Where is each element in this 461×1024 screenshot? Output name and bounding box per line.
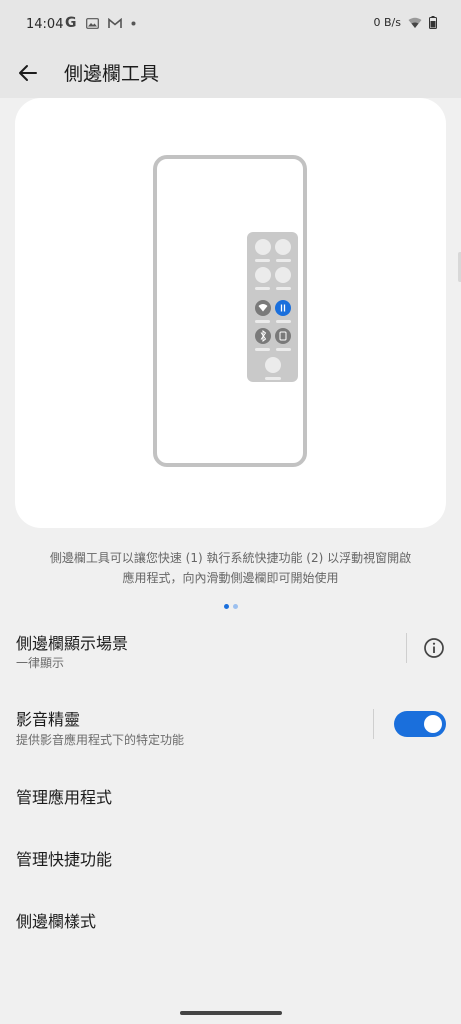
dot-icon [131, 21, 135, 25]
setting-display-scene[interactable]: 側邊欄顯示場景 一律顯示 [0, 624, 461, 680]
page-indicator [224, 604, 238, 609]
setting-title: 側邊欄樣式 [16, 912, 97, 931]
setting-game-genie[interactable]: 影音精靈 提供影音應用程式下的特定功能 [0, 700, 461, 756]
gallery-icon [85, 17, 99, 29]
divider [406, 633, 407, 663]
google-icon: G [65, 15, 77, 31]
illustration-card [15, 98, 446, 528]
divider [373, 709, 374, 739]
status-left-icons: G [65, 15, 136, 31]
setting-title: 影音精靈 [16, 710, 81, 729]
status-time: 14:04 [26, 17, 64, 32]
page-dot-inactive [233, 604, 238, 609]
setting-manage-apps[interactable]: 管理應用程式 [0, 770, 461, 820]
page-title: 側邊欄工具 [64, 63, 160, 85]
setting-title: 管理應用程式 [16, 788, 113, 807]
setting-title: 側邊欄顯示場景 [16, 634, 129, 653]
page-dot-active [224, 604, 229, 609]
app-bar: 側邊欄工具 [0, 52, 461, 98]
toggle-knob [424, 715, 442, 733]
status-bar: 14:04 G 0 B/s [0, 0, 461, 52]
gmail-icon [107, 17, 122, 28]
gesture-nav-bar[interactable] [180, 1011, 282, 1015]
sidebar-illustration [153, 155, 307, 467]
setting-sidebar-style[interactable]: 側邊欄樣式 [0, 894, 461, 944]
description-line-2: 應用程式，向內滑動側邊欄即可開始使用 [122, 571, 339, 585]
wifi-icon [408, 17, 422, 28]
setting-manage-shortcuts[interactable]: 管理快捷功能 [0, 832, 461, 882]
battery-icon [429, 16, 437, 29]
status-right: 0 B/s [374, 16, 437, 29]
description-line-1: 側邊欄工具可以讓您快速 (1) 執行系統快捷功能 (2) 以浮動視窗開啟 [49, 551, 412, 565]
game-genie-toggle[interactable] [394, 711, 446, 737]
setting-subtitle: 提供影音應用程式下的特定功能 [16, 733, 185, 747]
setting-subtitle: 一律顯示 [16, 656, 65, 670]
info-icon[interactable] [423, 637, 445, 659]
back-arrow-icon[interactable] [16, 61, 40, 85]
setting-title: 管理快捷功能 [16, 850, 113, 869]
net-speed: 0 B/s [373, 16, 401, 29]
description-text: 側邊欄工具可以讓您快速 (1) 執行系統快捷功能 (2) 以浮動視窗開啟 應用程… [20, 548, 441, 588]
